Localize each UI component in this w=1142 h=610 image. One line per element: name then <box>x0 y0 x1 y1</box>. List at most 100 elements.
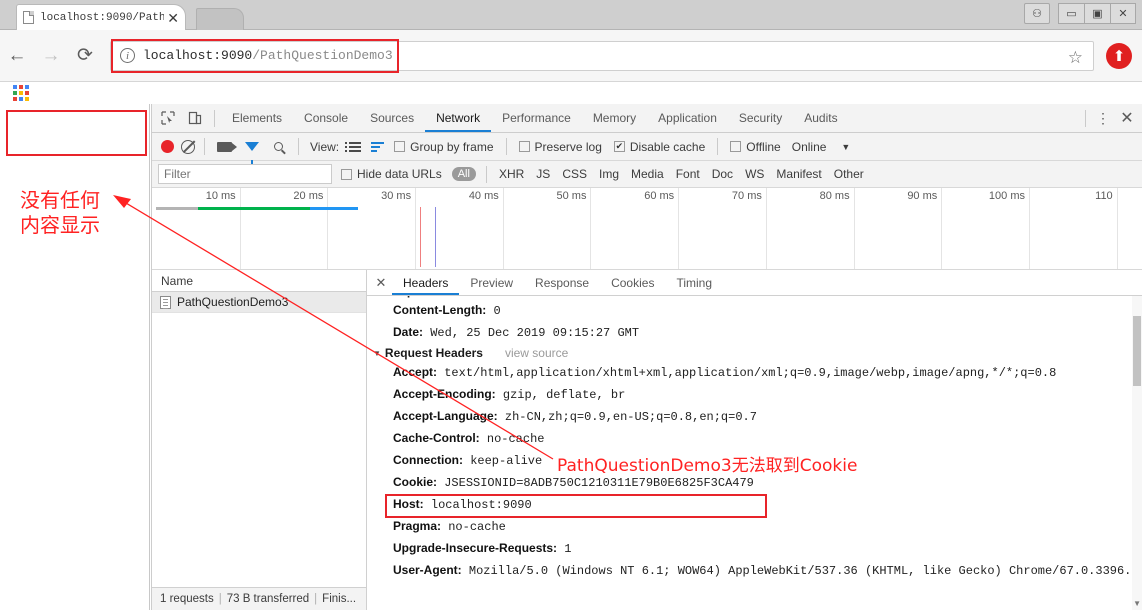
tab-response[interactable]: Response <box>524 270 600 295</box>
timeline-gridline <box>415 188 417 269</box>
forward-icon[interactable]: → <box>34 39 68 73</box>
scrollbar-thumb[interactable] <box>1133 316 1141 386</box>
chevron-down-icon[interactable]: ▼ <box>841 142 850 152</box>
header-name: Accept-Encoding: <box>393 387 496 401</box>
header-name: Accept: <box>393 365 438 379</box>
tab-performance[interactable]: Performance <box>491 104 582 132</box>
filter-type-font[interactable]: Font <box>676 167 700 181</box>
group-by-frame-checkbox[interactable]: Group by frame <box>394 140 494 154</box>
tab-preview[interactable]: Preview <box>459 270 524 295</box>
apps-grid-icon[interactable] <box>13 85 30 101</box>
view-source-link[interactable]: view source <box>505 346 568 360</box>
close-detail-icon[interactable]: ✕ <box>370 275 392 291</box>
filter-type-other[interactable]: Other <box>834 167 864 181</box>
search-icon[interactable] <box>265 133 292 160</box>
timeline-tick-label: 70 ms <box>731 190 762 202</box>
disable-cache-label: Disable cache <box>629 139 706 154</box>
offline-checkbox[interactable]: Offline <box>730 140 781 154</box>
record-icon[interactable] <box>161 140 174 153</box>
network-controls-bar: View: Group by frame Preserve log Disabl… <box>152 133 1142 164</box>
browser-tab[interactable]: localhost:9090/PathQue ✕ <box>16 4 186 30</box>
tab-security[interactable]: Security <box>728 104 793 132</box>
divider <box>1085 109 1086 127</box>
filter-funnel-icon[interactable] <box>238 133 265 164</box>
tab-timing[interactable]: Timing <box>665 270 723 295</box>
minimize-icon[interactable]: ▭ <box>1058 3 1084 24</box>
filter-type-css[interactable]: CSS <box>562 167 587 181</box>
tab-memory[interactable]: Memory <box>582 104 647 132</box>
filter-type-doc[interactable]: Doc <box>712 167 733 181</box>
timeline-tick-label: 20 ms <box>293 190 324 202</box>
disable-cache-checkbox[interactable]: Disable cache <box>613 139 706 154</box>
tab-cookies[interactable]: Cookies <box>600 270 665 295</box>
headers-section-title[interactable]: ▼ Request Headers view source <box>367 344 1142 362</box>
network-overview-timeline[interactable]: 10 ms 20 ms 30 ms 40 ms 50 ms 60 ms 70 ms 80 ms… <box>152 188 1142 270</box>
header-name: Upgrade-Insecure-Requests: <box>393 541 558 555</box>
timeline-segment-response <box>309 207 359 210</box>
header-row: Date: Wed, 25 Dec 2019 09:15:27 GMT <box>367 322 1142 344</box>
close-devtools-icon[interactable]: ✕ <box>1114 108 1140 128</box>
tab-application[interactable]: Application <box>647 104 728 132</box>
inspect-element-icon[interactable] <box>154 105 181 132</box>
request-list-empty-area <box>152 313 366 587</box>
header-name: Connection: <box>393 453 463 467</box>
reload-icon[interactable]: ⟳ <box>68 39 102 73</box>
tab-headers[interactable]: Headers <box>392 270 459 295</box>
table-row[interactable]: PathQuestionDemo3 <box>152 292 366 313</box>
chevron-down-icon[interactable]: ▼ <box>373 349 381 358</box>
filter-type-media[interactable]: Media <box>631 167 664 181</box>
hide-data-urls-checkbox[interactable]: Hide data URLs <box>341 167 442 181</box>
header-value: localhost:9090 <box>423 498 532 512</box>
tab-sources[interactable]: Sources <box>359 104 425 132</box>
bookmark-star-icon[interactable]: ☆ <box>1068 48 1083 68</box>
close-window-icon[interactable]: ✕ <box>1110 3 1136 24</box>
timeline-tick-label: 50 ms <box>556 190 587 202</box>
view-source-link[interactable]: view source <box>515 296 578 298</box>
throttling-select-value[interactable]: Online <box>792 140 827 154</box>
view-waterfall-icon[interactable] <box>366 137 388 157</box>
clear-icon[interactable] <box>181 139 195 154</box>
network-body: Name PathQuestionDemo3 1 requests | 73 B… <box>152 270 1142 610</box>
section-label: Response Headers <box>385 296 493 298</box>
capture-screenshots-icon[interactable] <box>211 133 238 160</box>
filter-input[interactable] <box>158 164 332 184</box>
header-name: Date: <box>393 325 424 339</box>
header-value: no-cache <box>479 432 545 446</box>
filter-type-img[interactable]: Img <box>599 167 619 181</box>
headers-scroll-area[interactable]: ▼ Response Headers view source Content-Leng… <box>367 296 1142 610</box>
header-name: Host: <box>393 497 424 511</box>
network-status-bar: 1 requests | 73 B transferred | Finis... <box>152 587 366 610</box>
header-value: gzip, deflate, br <box>495 388 626 402</box>
filter-type-manifest[interactable]: Manifest <box>776 167 821 181</box>
url-host: localhost:9090 <box>143 48 253 63</box>
tab-elements[interactable]: Elements <box>221 104 293 132</box>
preserve-log-checkbox[interactable]: Preserve log <box>518 140 602 154</box>
filter-type-ws[interactable]: WS <box>745 167 764 181</box>
close-icon[interactable]: ✕ <box>167 11 179 25</box>
new-tab-button[interactable] <box>196 8 244 30</box>
filter-type-js[interactable]: JS <box>536 167 550 181</box>
vertical-scrollbar[interactable]: ▼ <box>1132 296 1142 610</box>
tab-network[interactable]: Network <box>425 104 491 132</box>
address-bar[interactable]: i localhost:9090/PathQuestionDemo3 ☆ <box>110 38 1094 73</box>
back-icon[interactable]: ← <box>0 39 34 73</box>
url-text: localhost:9090/PathQuestionDemo3 <box>143 48 393 63</box>
site-info-icon[interactable]: i <box>120 48 135 63</box>
request-list-header[interactable]: Name <box>152 270 366 292</box>
toggle-device-toolbar-icon[interactable] <box>181 105 208 132</box>
timeline-gridline <box>1028 188 1030 269</box>
user-profile-icon[interactable]: ⚇ <box>1024 3 1050 24</box>
filter-type-xhr[interactable]: XHR <box>499 167 524 181</box>
chevron-down-icon[interactable]: ▼ <box>1133 599 1141 608</box>
browser-window: localhost:9090/PathQue ✕ ⚇ ▭ ▣ ✕ ← → ⟳ i… <box>0 0 1142 610</box>
header-value: Wed, 25 Dec 2019 09:15:27 GMT <box>423 326 640 340</box>
tab-audits[interactable]: Audits <box>793 104 848 132</box>
maximize-icon[interactable]: ▣ <box>1084 3 1110 24</box>
view-list-icon[interactable] <box>344 137 366 157</box>
filter-type-all[interactable]: All <box>451 167 476 181</box>
extension-badge-icon[interactable]: ⬆ <box>1106 42 1132 69</box>
more-options-icon[interactable]: ⋮ <box>1092 110 1114 127</box>
header-name: Cache-Control: <box>393 431 480 445</box>
finish-time: Finis... <box>322 593 357 605</box>
tab-console[interactable]: Console <box>293 104 359 132</box>
